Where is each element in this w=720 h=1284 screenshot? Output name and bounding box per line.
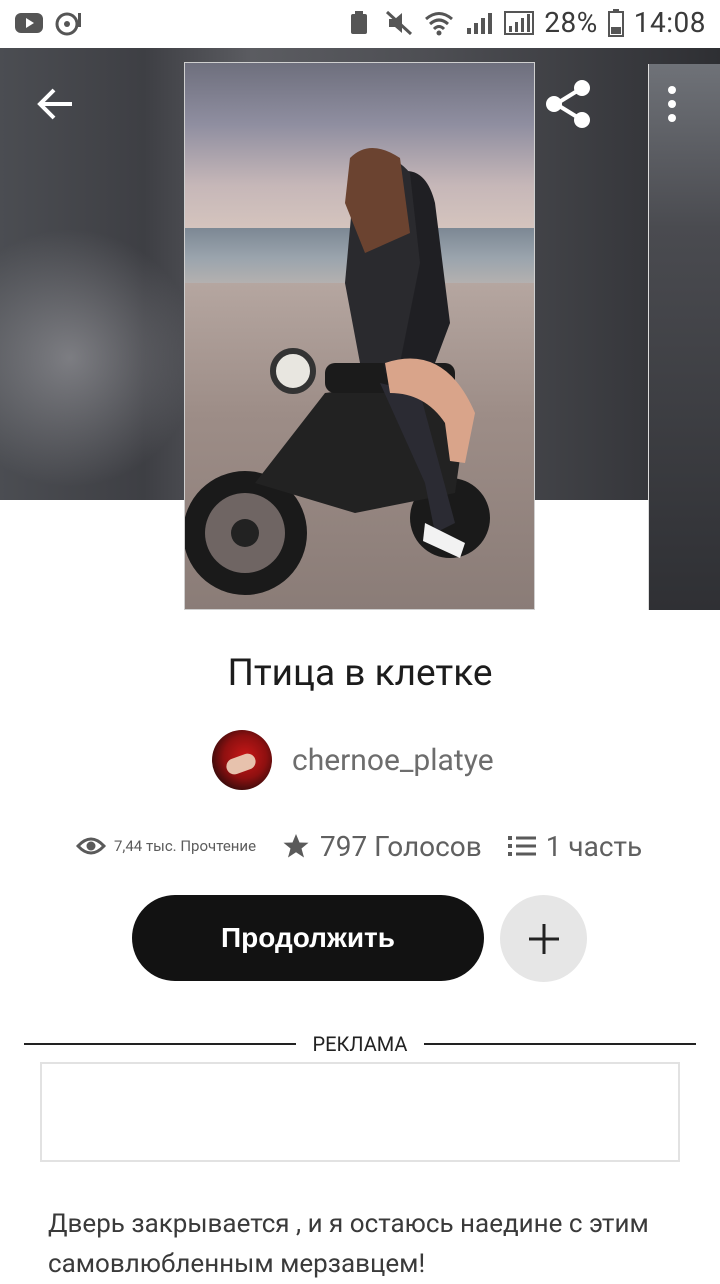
- ad-divider-left: [24, 1043, 296, 1045]
- author-name[interactable]: chernoe_platye: [292, 743, 494, 778]
- mute-icon: [386, 10, 413, 35]
- ad-label: РЕКЛАМА: [312, 1032, 408, 1056]
- star-icon: [283, 834, 309, 858]
- add-to-library-button[interactable]: [500, 895, 587, 982]
- youtube-icon: [15, 13, 43, 33]
- next-story-cover[interactable]: [648, 64, 720, 610]
- ad-divider-right: [424, 1043, 696, 1045]
- signal-icon: [467, 12, 493, 34]
- arrow-left-icon: [37, 88, 72, 120]
- more-options-button[interactable]: [660, 82, 684, 126]
- storage-cleaner-icon: [351, 10, 368, 34]
- reads-count: 7,44 тыс. Прочтение: [114, 837, 257, 855]
- share-icon: [546, 80, 590, 128]
- story-title: Птица в клетке: [227, 652, 493, 695]
- share-button[interactable]: [542, 78, 594, 130]
- signal-icon: [504, 10, 535, 35]
- story-description: Дверь закрывается , и я остаюсь наедине …: [48, 1209, 649, 1279]
- clock: 14:08: [633, 6, 706, 39]
- story-cover: [184, 62, 535, 610]
- wifi-icon: [425, 11, 454, 35]
- battery-icon: [607, 8, 624, 37]
- reads-stat: 7,44 тыс. Прочтение: [76, 835, 256, 857]
- continue-reading-button[interactable]: Продолжить: [132, 895, 484, 981]
- status-bar: 28% 14:08: [0, 0, 720, 48]
- back-button[interactable]: [34, 82, 78, 126]
- story-stats: 7,44 тыс. Прочтение 797 Голосов 1 часть: [76, 824, 642, 868]
- plus-icon: [528, 923, 559, 954]
- votes-stat: 797 Голосов: [282, 830, 482, 863]
- author-link[interactable]: chernoe_platye: [212, 730, 494, 790]
- cover-illustration: [185, 148, 490, 595]
- parts-count: 1 часть: [545, 829, 643, 863]
- list-icon: [507, 836, 536, 856]
- eye-icon: [76, 837, 106, 855]
- more-vertical-icon: [668, 86, 676, 122]
- music-icon: [55, 12, 81, 36]
- parts-stat: 1 часть: [507, 829, 643, 863]
- votes-count: 797 Голосов: [320, 829, 482, 863]
- author-avatar[interactable]: [212, 730, 272, 790]
- ad-banner[interactable]: [40, 1062, 680, 1162]
- battery-percent: 28%: [544, 6, 598, 39]
